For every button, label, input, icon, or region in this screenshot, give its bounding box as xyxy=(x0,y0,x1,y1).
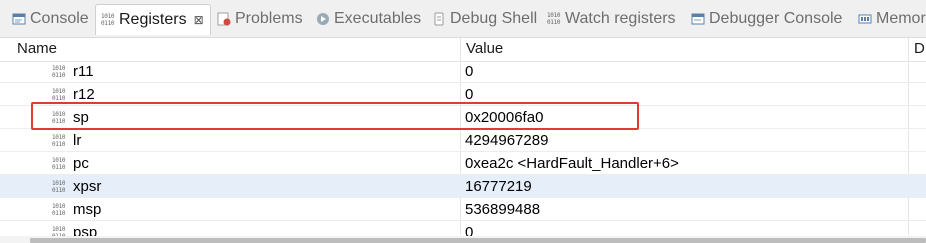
debug-shell-icon xyxy=(432,12,446,26)
table-row[interactable]: 1010 0110 psp 0 xyxy=(0,221,926,236)
table-row[interactable]: 1010 0110 r12 0 xyxy=(0,83,926,106)
tab-label: Console xyxy=(30,9,89,27)
row-name-cell: 1010 0110 psp xyxy=(52,221,97,236)
tab-label: Executables xyxy=(334,9,422,27)
registers-icon: 1010 0110 xyxy=(101,13,115,27)
column-header-value[interactable]: Value xyxy=(460,38,908,61)
tab-debug-shell[interactable]: Debug Shell xyxy=(432,6,537,31)
row-name-cell: 1010 0110 r11 xyxy=(52,60,94,83)
table-row[interactable]: 1010 0110 msp 536899488 xyxy=(0,198,926,221)
tab-label: Watch registers xyxy=(565,9,676,27)
tab-debugger-console[interactable]: Debugger Console xyxy=(691,6,842,31)
table-row-selected[interactable]: 1010 0110 xpsr 16777219 xyxy=(0,175,926,198)
tab-console[interactable]: Console xyxy=(12,6,89,31)
row-name-cell: 1010 0110 xpsr xyxy=(52,175,101,198)
register-name: r12 xyxy=(73,86,95,103)
register-name: r11 xyxy=(73,63,94,80)
tab-executables[interactable]: Executables xyxy=(316,6,421,31)
register-icon: 1010 0110 xyxy=(52,179,66,194)
register-name: psp xyxy=(73,224,98,236)
register-icon: 1010 0110 xyxy=(52,64,66,79)
table-row[interactable]: 1010 0110 pc 0xea2c <HardFault_Handler+6> xyxy=(0,152,926,175)
column-header-description[interactable]: D xyxy=(908,38,926,61)
close-icon[interactable]: ⊠ xyxy=(194,13,204,27)
table-row[interactable]: 1010 0110 r11 0 xyxy=(0,60,926,83)
register-icon: 1010 0110 xyxy=(52,225,66,237)
register-name: sp xyxy=(73,109,89,126)
row-name-cell: 1010 0110 pc xyxy=(52,152,89,175)
horizontal-scrollbar[interactable] xyxy=(0,236,926,243)
tab-label: Debug Shell xyxy=(450,9,538,27)
register-value: 0x20006fa0 xyxy=(465,109,544,126)
memory-icon xyxy=(858,12,872,26)
register-icon: 1010 0110 xyxy=(52,202,66,217)
register-value: 536899488 xyxy=(465,201,541,218)
console-icon xyxy=(12,12,26,26)
view-tab-bar: Console 1010 0110 Registers ⊠ Problems Ex… xyxy=(0,0,926,38)
register-value: 16777219 xyxy=(465,178,532,195)
register-name: msp xyxy=(73,201,102,218)
register-value: 0 xyxy=(465,86,474,103)
register-icon: 1010 0110 xyxy=(52,133,66,148)
tab-label: Debugger Console xyxy=(709,9,843,27)
watch-registers-icon: 1010 0110 xyxy=(547,11,561,26)
table-row[interactable]: 1010 0110 lr 4294967289 xyxy=(0,129,926,152)
executables-icon xyxy=(316,12,330,26)
debugger-console-icon xyxy=(691,12,705,26)
register-icon: 1010 0110 xyxy=(52,156,66,171)
register-name: xpsr xyxy=(73,178,102,195)
problems-icon xyxy=(217,12,231,26)
scrollbar-thumb[interactable] xyxy=(30,238,926,243)
row-name-cell: 1010 0110 msp xyxy=(52,198,101,221)
tab-label: Memor xyxy=(876,9,926,27)
register-value: 0xea2c <HardFault_Handler+6> xyxy=(465,155,679,172)
register-value: 0 xyxy=(465,224,474,236)
tab-registers[interactable]: 1010 0110 Registers ⊠ xyxy=(95,4,211,35)
tab-watch-registers[interactable]: 1010 0110 Watch registers xyxy=(547,6,676,31)
row-name-cell: 1010 0110 sp xyxy=(52,106,89,129)
tab-label: Problems xyxy=(235,9,303,27)
row-name-cell: 1010 0110 lr xyxy=(52,129,81,152)
register-value: 0 xyxy=(465,63,474,80)
register-name: pc xyxy=(73,155,89,172)
table-header: Name Value D xyxy=(0,38,926,62)
register-icon: 1010 0110 xyxy=(52,110,66,125)
register-name: lr xyxy=(73,132,82,149)
tab-label: Registers xyxy=(119,11,187,28)
column-header-name[interactable]: Name xyxy=(12,38,460,61)
registers-table-body: 1010 0110 r11 0 1010 0110 r12 0 1010 0110 s… xyxy=(0,60,926,236)
row-name-cell: 1010 0110 r12 xyxy=(52,83,95,106)
register-icon: 1010 0110 xyxy=(52,87,66,102)
tab-memory[interactable]: Memor xyxy=(858,6,926,31)
table-row[interactable]: 1010 0110 sp 0x20006fa0 xyxy=(0,106,926,129)
register-value: 4294967289 xyxy=(465,132,549,149)
tab-problems[interactable]: Problems xyxy=(217,6,303,31)
